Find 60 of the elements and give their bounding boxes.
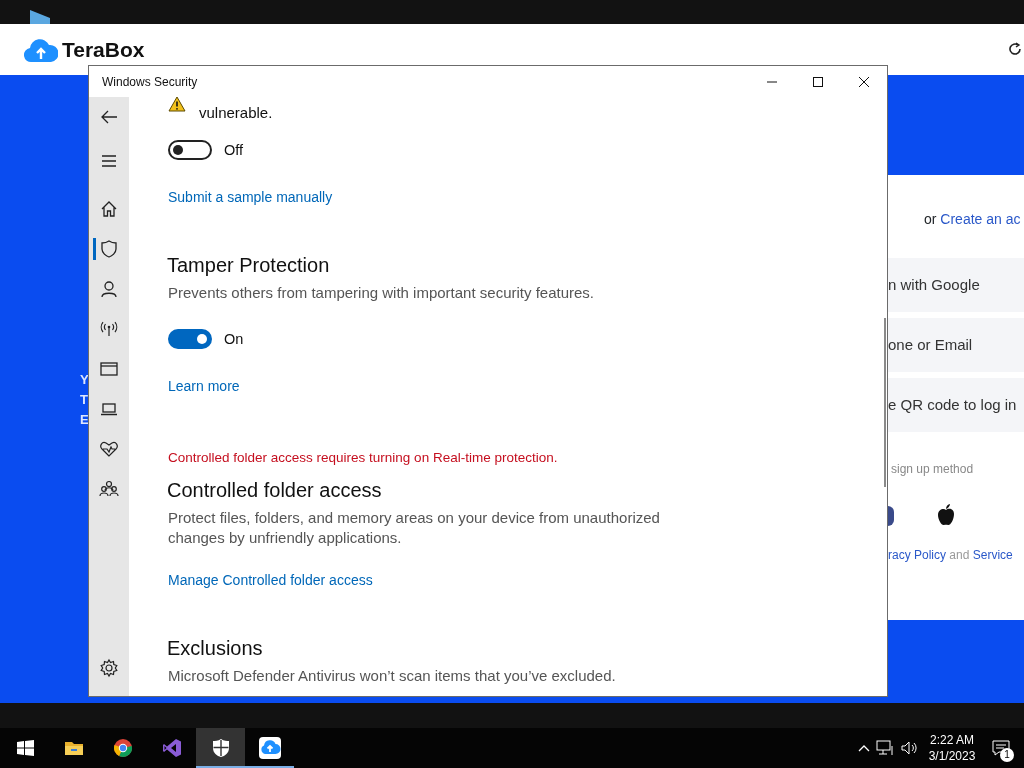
section-heading: Exclusions — [167, 636, 263, 661]
warning-text: vulnerable. — [199, 103, 274, 123]
time-label: 2:22 AM — [929, 732, 975, 748]
warning-icon — [168, 97, 186, 112]
toggle-switch[interactable] — [168, 329, 212, 349]
notification-count: 1 — [1000, 748, 1014, 762]
logo-text: TeraBox — [62, 36, 145, 63]
app-window-icon — [99, 359, 119, 379]
scrollbar-thumb[interactable] — [884, 318, 886, 487]
section-heading: Tamper Protection — [167, 253, 330, 278]
shield-icon — [210, 738, 231, 758]
toggle-switch[interactable] — [168, 140, 212, 160]
text-fragment: Y — [80, 371, 89, 389]
date-label: 3/1/2023 — [927, 748, 977, 764]
login-option[interactable]: n with Google — [888, 258, 1024, 312]
chrome-icon — [112, 738, 133, 758]
section-description: Protect files, folders, and memory areas on your device from unauthorized changes by unfriendly applications. — [168, 508, 661, 548]
network-icon[interactable] — [876, 740, 894, 756]
section-description: Prevents others from tampering with important security features. — [168, 283, 595, 303]
home-icon — [99, 199, 119, 219]
text-fragment: E — [80, 411, 89, 429]
taskbar-button[interactable] — [196, 728, 245, 768]
start-icon — [14, 738, 35, 758]
shield-icon — [99, 239, 119, 259]
person-icon — [99, 279, 119, 299]
toggle-label: On — [224, 330, 244, 349]
service-link[interactable]: Service — [972, 548, 1013, 562]
text-link[interactable]: Manage Controlled folder access — [168, 570, 373, 590]
people-icon — [99, 479, 119, 499]
heart-icon — [99, 439, 119, 459]
login-option[interactable]: one or Email — [888, 318, 1024, 372]
cloud-upload-icon — [258, 737, 281, 759]
maximize-icon — [812, 75, 824, 88]
text-fragment: T — [80, 391, 88, 409]
refresh-icon[interactable] — [1008, 42, 1022, 56]
ribbon-icon — [161, 738, 182, 758]
toggle-label: Off — [224, 141, 244, 160]
volume-icon[interactable] — [900, 740, 918, 756]
chevron-up-icon[interactable] — [858, 744, 870, 752]
create-account-link[interactable]: Create an ac — [940, 211, 1021, 227]
error-message: Controlled folder access requires turning on Real-time protection. — [168, 449, 559, 467]
clock[interactable]: 2:22 AM 3/1/2023 — [924, 732, 980, 764]
or-label: or — [924, 211, 937, 227]
message-icon — [992, 740, 1010, 756]
settings-icon — [99, 658, 119, 678]
close-icon — [858, 75, 870, 88]
login-option[interactable]: e QR code to log in — [888, 378, 1024, 432]
privacy-link[interactable]: racy Policy — [888, 548, 946, 562]
and-label: and — [949, 548, 970, 562]
login-method-icon[interactable] — [888, 506, 894, 526]
text-link[interactable]: Learn more — [168, 376, 240, 396]
text-link[interactable]: Submit a sample manually — [168, 187, 333, 207]
section-description: Microsoft Defender Antivirus won’t scan items that you’ve excluded. — [168, 666, 617, 686]
apple-icon[interactable] — [937, 504, 955, 526]
antenna-icon — [99, 319, 119, 339]
signup-hint: sign up method — [891, 461, 974, 478]
cloud-logo-icon — [24, 36, 58, 63]
notification-button[interactable]: 1 — [986, 728, 1016, 768]
section-heading: Controlled folder access — [167, 478, 382, 503]
window-title: Windows Security — [101, 73, 199, 91]
